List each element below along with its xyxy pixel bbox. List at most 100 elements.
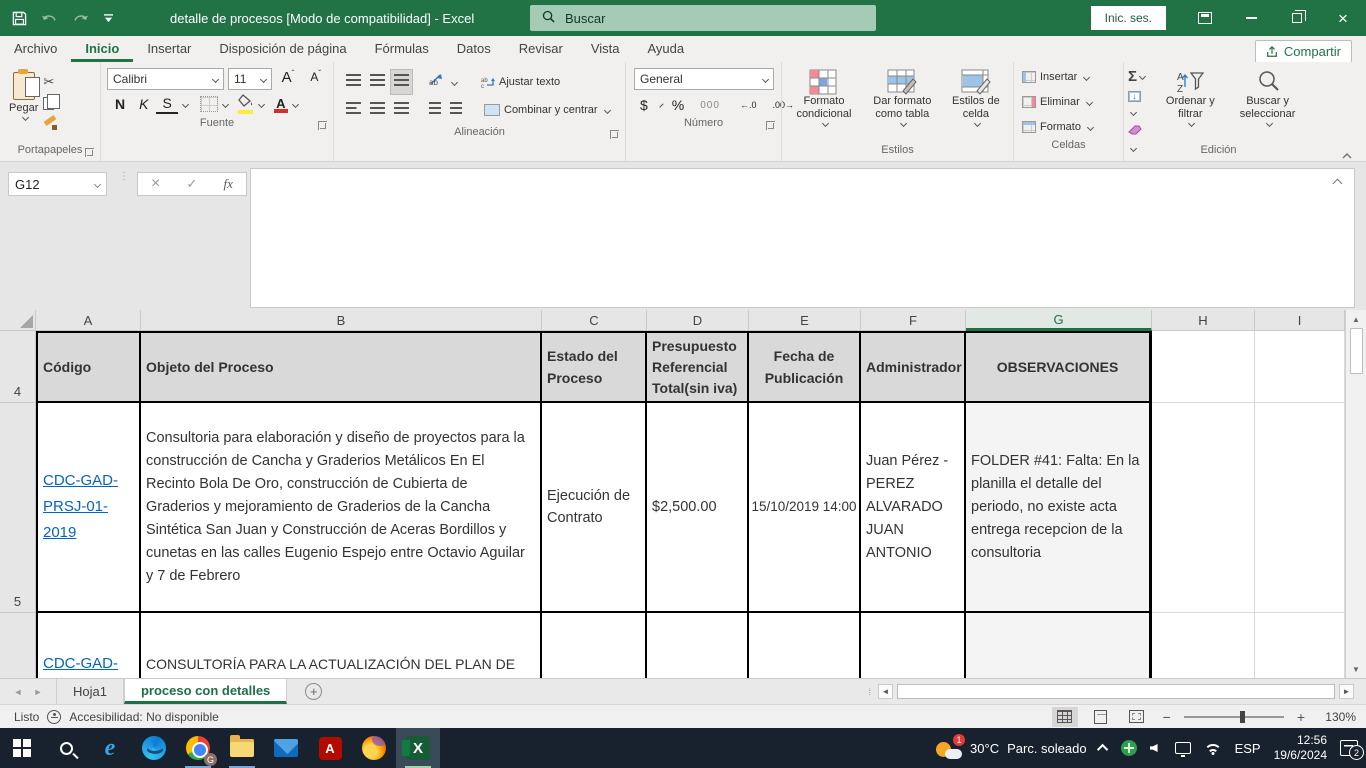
fill-icon[interactable]: ↓	[1128, 86, 1149, 122]
format-as-table-button[interactable]: Dar formato como tabla	[862, 66, 943, 129]
currency-icon[interactable]: $	[634, 96, 654, 114]
decrease-font-icon[interactable]: Aˇ	[304, 68, 327, 90]
sheet-nav-left-icon[interactable]: ◄	[14, 687, 23, 697]
conditional-formatting-button[interactable]: Formato condicional	[786, 66, 862, 129]
start-button[interactable]	[0, 728, 44, 768]
bold-button[interactable]: N	[109, 95, 131, 113]
cell-g5[interactable]: FOLDER #41: Falta: En la planilla el det…	[966, 403, 1152, 613]
insert-cells-button[interactable]: Insertar	[1018, 68, 1119, 86]
hscroll-right-icon[interactable]: ►	[1339, 684, 1354, 699]
scroll-up-icon[interactable]: ▲	[1346, 310, 1366, 328]
share-button[interactable]: Compartir	[1255, 40, 1352, 63]
align-middle-icon[interactable]	[366, 69, 389, 95]
weather-widget[interactable]: 1 30°C Parc. soleado	[936, 737, 1087, 759]
find-select-button[interactable]: Buscar y seleccionar	[1226, 66, 1309, 129]
zoom-level[interactable]: 130%	[1318, 710, 1356, 724]
cell-h4[interactable]	[1152, 331, 1255, 403]
sign-in-button[interactable]: Inic. ses.	[1091, 6, 1166, 30]
tab-datos[interactable]: Datos	[443, 37, 505, 62]
column-header-b[interactable]: B	[141, 310, 542, 331]
align-top-icon[interactable]	[342, 69, 365, 95]
hscroll-left-icon[interactable]: ◄	[878, 684, 893, 699]
fill-color-icon[interactable]	[238, 94, 254, 114]
cell-f5[interactable]: Juan Pérez - PEREZ ALVARADO JUAN ANTONIO	[861, 403, 966, 613]
antivirus-tray-icon[interactable]	[1121, 740, 1137, 756]
clipboard-dialog-launcher[interactable]	[85, 148, 94, 157]
page-layout-view-button[interactable]	[1088, 707, 1114, 727]
cell-d4[interactable]: Presupuesto Referencial Total(sin iva)	[647, 331, 749, 403]
align-right-icon[interactable]	[390, 97, 413, 123]
scroll-down-icon[interactable]: ▼	[1346, 660, 1366, 678]
cell-b6[interactable]: CONSULTORÍA PARA LA ACTUALIZACIÓN DEL PL…	[141, 613, 542, 678]
undo-icon[interactable]	[41, 12, 58, 25]
cell-b5[interactable]: Consultoria para elaboración y diseño de…	[141, 403, 542, 613]
cell-c4[interactable]: Estado del Proceso	[542, 331, 647, 403]
horizontal-scrollbar[interactable]: ◄ ►	[878, 684, 1354, 699]
zoom-slider-thumb[interactable]	[1240, 711, 1245, 723]
cell-c6[interactable]: Adjudicado	[542, 613, 647, 678]
format-painter-icon[interactable]	[43, 117, 57, 130]
sheet-tab-hoja1[interactable]: Hoja1	[56, 679, 124, 704]
font-name-combo[interactable]: Calibri	[107, 68, 224, 90]
cell-a4[interactable]: Código	[36, 331, 141, 403]
cell-i4[interactable]	[1255, 331, 1345, 403]
format-cells-button[interactable]: Formato	[1018, 118, 1119, 136]
page-break-view-button[interactable]	[1124, 707, 1150, 727]
cell-c5[interactable]: Ejecución de Contrato	[542, 403, 647, 613]
process-link-2[interactable]: CDC-GAD-	[43, 653, 118, 675]
select-all-corner[interactable]	[0, 310, 36, 331]
zoom-slider[interactable]	[1184, 716, 1284, 718]
name-box-resize-grip[interactable]: ⋮	[119, 174, 123, 194]
tab-insertar[interactable]: Insertar	[133, 37, 205, 62]
underline-button[interactable]: S	[156, 94, 177, 114]
sheet-tab-proceso-con-detalles[interactable]: proceso con detalles	[124, 679, 287, 704]
align-center-icon[interactable]	[366, 97, 389, 123]
column-header-a[interactable]: A	[36, 310, 141, 331]
cell-i6[interactable]	[1255, 613, 1345, 678]
number-format-combo[interactable]: General	[634, 68, 774, 90]
increase-decimal-icon[interactable]: ←.0	[734, 99, 763, 111]
column-header-c[interactable]: C	[542, 310, 647, 331]
cell-i5[interactable]	[1255, 403, 1345, 613]
cell-h5[interactable]	[1152, 403, 1255, 613]
cell-a6[interactable]: CDC-GAD-	[36, 613, 141, 678]
vertical-scrollbar[interactable]: ▲ ▼	[1345, 310, 1366, 678]
row-header-4[interactable]: 4	[0, 331, 36, 403]
tab-disposicion[interactable]: Disposición de página	[205, 37, 360, 62]
minimize-button[interactable]	[1228, 0, 1274, 36]
accessibility-status[interactable]: Accesibilidad: No disponible	[69, 710, 218, 724]
collapse-formula-bar-icon[interactable]	[1332, 177, 1346, 187]
excel-taskbar-button[interactable]: X	[396, 728, 440, 768]
tray-expand-icon[interactable]	[1097, 744, 1108, 755]
name-box[interactable]: G12	[8, 172, 107, 196]
horizontal-scroll-thumb[interactable]	[897, 684, 1335, 699]
internet-explorer-button[interactable]: e	[88, 728, 132, 768]
number-dialog-launcher[interactable]	[766, 121, 775, 130]
redo-icon[interactable]	[72, 12, 89, 25]
close-button[interactable]: ×	[1320, 0, 1366, 36]
firefox-button[interactable]	[352, 728, 396, 768]
autosum-icon[interactable]: Σ	[1128, 68, 1149, 86]
comma-style-icon[interactable]: 000	[694, 99, 726, 112]
save-icon[interactable]	[12, 11, 27, 26]
column-header-g-selected[interactable]: G	[966, 310, 1152, 331]
cell-d5[interactable]: $2,500.00	[647, 403, 749, 613]
cell-styles-button[interactable]: Estilos de celda	[943, 66, 1009, 129]
tab-inicio[interactable]: Inicio	[71, 37, 133, 62]
column-header-h[interactable]: H	[1152, 310, 1255, 331]
zoom-in-icon[interactable]: +	[1294, 709, 1308, 725]
cell-g4[interactable]: OBSERVACIONES	[966, 331, 1152, 403]
sort-filter-button[interactable]: AZ Ordenar y filtrar	[1155, 66, 1227, 129]
row-header-6[interactable]	[0, 613, 36, 678]
decrease-indent-icon[interactable]	[425, 97, 445, 123]
copy-icon[interactable]	[43, 97, 54, 110]
column-header-e[interactable]: E	[749, 310, 861, 331]
search-box[interactable]: Buscar	[530, 5, 876, 31]
zoom-out-icon[interactable]: −	[1160, 709, 1174, 725]
cell-f6[interactable]: ROSA	[861, 613, 966, 678]
tab-revisar[interactable]: Revisar	[505, 37, 577, 62]
acrobat-button[interactable]: A	[308, 728, 352, 768]
sheet-nav-right-icon[interactable]: ►	[34, 687, 43, 697]
tab-formulas[interactable]: Fórmulas	[361, 37, 443, 62]
formula-input[interactable]	[250, 168, 1355, 308]
